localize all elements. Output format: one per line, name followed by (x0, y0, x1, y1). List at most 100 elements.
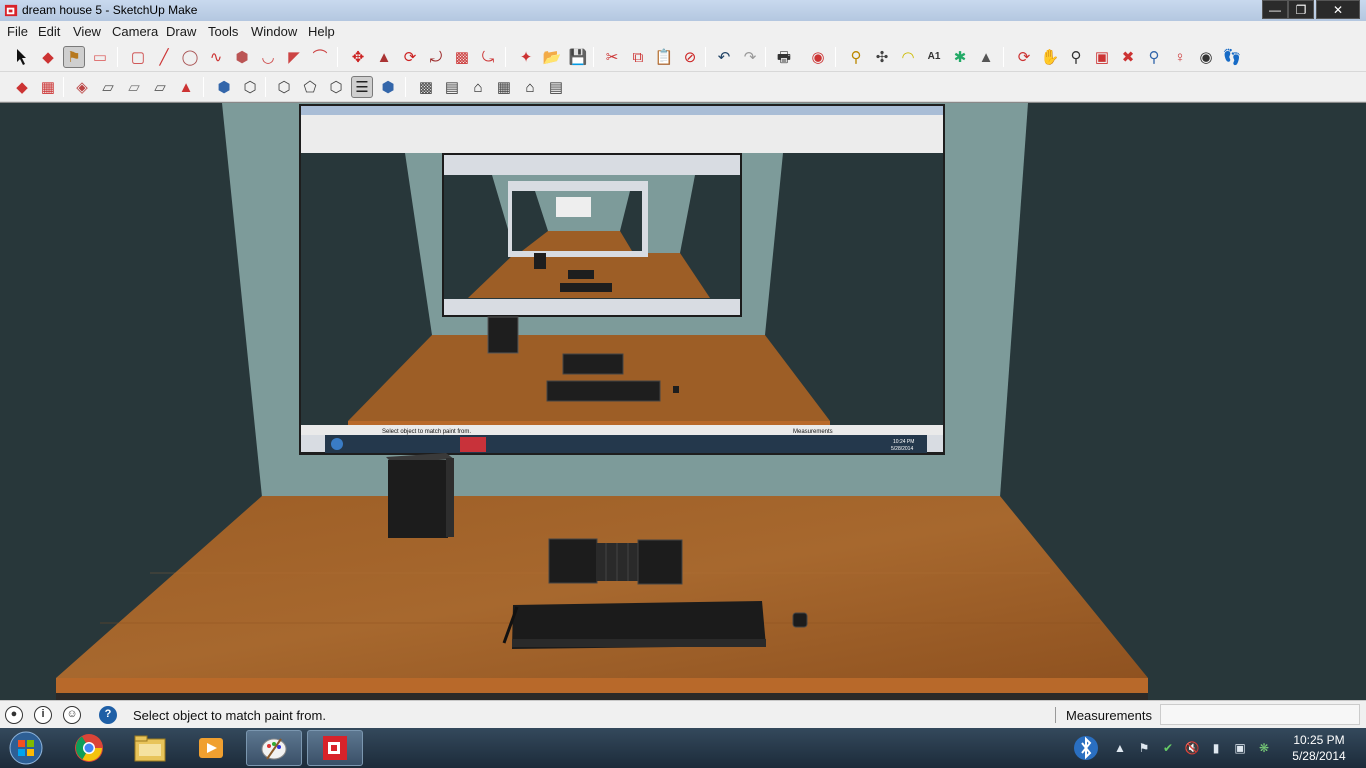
follow-me-icon[interactable]: ⤾ (425, 46, 447, 68)
geo-location-icon[interactable]: ● (5, 706, 23, 724)
print-icon[interactable]: 🖶 (773, 46, 795, 68)
x-ray-icon[interactable]: ◈ (71, 76, 93, 98)
undo-icon[interactable]: ↶ (713, 46, 735, 68)
media-player-taskbar-button[interactable] (183, 730, 239, 766)
house-icon[interactable]: ⌂ (467, 76, 489, 98)
close-button[interactable]: ✕ (1316, 0, 1360, 19)
zoom-icon[interactable]: ⚲ (1065, 46, 1087, 68)
display-section-planes-icon[interactable]: ▦ (37, 76, 59, 98)
two-point-arc-icon[interactable]: ⌒ (309, 46, 331, 68)
share-model-icon[interactable]: ▤ (441, 76, 463, 98)
network-signal-icon[interactable]: ▮ (1208, 740, 1224, 756)
paint-bucket-icon[interactable]: ⚑ (63, 46, 85, 68)
restore-button[interactable]: ❐ (1288, 0, 1314, 19)
front-view-icon[interactable]: ⬡ (273, 76, 295, 98)
pie-icon[interactable]: ◤ (283, 46, 305, 68)
user-icon[interactable]: ☺ (63, 706, 81, 724)
right-view-icon[interactable]: ⬠ (299, 76, 321, 98)
text-icon[interactable]: A1 (923, 46, 945, 68)
zoom-window-icon[interactable]: ▣ (1091, 46, 1113, 68)
menu-draw[interactable]: Draw (166, 24, 196, 39)
menu-edit[interactable]: Edit (38, 24, 60, 39)
push-pull-icon[interactable]: ▲ (373, 46, 395, 68)
left-view-icon[interactable]: ☰ (351, 76, 373, 98)
dimension-icon[interactable]: ✣ (871, 46, 893, 68)
hidden-line-icon[interactable]: ▱ (149, 76, 171, 98)
action-center-flag-icon[interactable]: ⚑ (1136, 740, 1152, 756)
protractor-icon[interactable]: ◠ (897, 46, 919, 68)
security-icon[interactable]: ✔ (1160, 740, 1176, 756)
media-player-icon (199, 738, 223, 758)
polygon-icon[interactable]: ⬢ (231, 46, 253, 68)
cut-icon[interactable]: ✂ (601, 46, 623, 68)
shaded-icon[interactable]: ▲ (175, 76, 197, 98)
power-icon[interactable]: ▣ (1232, 740, 1248, 756)
modeling-viewport[interactable]: Select object to match paint from. Measu… (0, 102, 1366, 700)
circle-icon[interactable]: ◯ (179, 46, 201, 68)
paint-taskbar-button[interactable] (246, 730, 302, 766)
taskbar-clock[interactable]: 10:25 PM 5/28/2014 (1280, 732, 1358, 764)
sketchup-taskbar-button[interactable] (307, 730, 363, 766)
measurements-field[interactable] (1160, 704, 1360, 725)
extension-warehouse-icon[interactable]: ▤ (545, 76, 567, 98)
menu-window[interactable]: Window (251, 24, 297, 39)
tape-measure-icon[interactable]: ⚲ (845, 46, 867, 68)
arc-icon[interactable]: ◡ (257, 46, 279, 68)
section-plane-icon[interactable]: ◆ (11, 76, 33, 98)
menu-view[interactable]: View (73, 24, 101, 39)
3d-text-icon[interactable]: ▲ (975, 46, 997, 68)
previous-view-icon[interactable]: ⚲ (1143, 46, 1165, 68)
zoom-extents-icon[interactable]: ✖ (1117, 46, 1139, 68)
menu-camera[interactable]: Camera (112, 24, 158, 39)
share-component-icon[interactable]: ⌂ (519, 76, 541, 98)
paste-icon[interactable]: 📋 (653, 46, 675, 68)
credits-icon[interactable]: i (34, 706, 52, 724)
menu-help[interactable]: Help (308, 24, 335, 39)
warehouse-icon[interactable]: ▩ (415, 76, 437, 98)
copy-icon[interactable]: ⧉ (627, 46, 649, 68)
line-icon[interactable]: ╱ (153, 46, 175, 68)
status-bar: ● i ☺ ? Select object to match paint fro… (0, 700, 1366, 728)
select-icon[interactable] (11, 46, 33, 68)
new-icon[interactable]: ✦ (515, 46, 537, 68)
offset-icon[interactable]: ⤿ (477, 46, 499, 68)
chrome-taskbar-button[interactable] (61, 730, 117, 766)
start-button[interactable] (4, 730, 48, 766)
look-around-icon[interactable]: ◉ (1195, 46, 1217, 68)
get-components-icon[interactable]: ▦ (493, 76, 515, 98)
minimize-button[interactable]: — (1262, 0, 1288, 19)
save-icon[interactable]: 💾 (567, 46, 589, 68)
top-view-icon[interactable]: ⬡ (239, 76, 261, 98)
menu-file[interactable]: File (7, 24, 28, 39)
rectangle-icon[interactable]: ▢ (127, 46, 149, 68)
scale-icon[interactable]: ▩ (451, 46, 473, 68)
volume-muted-icon[interactable]: 🔇 (1184, 740, 1200, 756)
iso-view-icon[interactable]: ⬢ (213, 76, 235, 98)
walk-icon[interactable]: 👣 (1221, 46, 1243, 68)
toolbar-separator (765, 47, 766, 67)
back-edges-icon[interactable]: ▱ (97, 76, 119, 98)
bottom-view-icon[interactable]: ⬢ (377, 76, 399, 98)
delete-icon[interactable]: ⊘ (679, 46, 701, 68)
open-icon[interactable]: 📂 (541, 46, 563, 68)
move-icon[interactable]: ✥ (347, 46, 369, 68)
nested-status-hint: Select object to match paint from. (382, 429, 471, 435)
back-view-icon[interactable]: ⬡ (325, 76, 347, 98)
axes-icon[interactable]: ✱ (949, 46, 971, 68)
freehand-icon[interactable]: ∿ (205, 46, 227, 68)
position-camera-icon[interactable]: ♀ (1169, 46, 1191, 68)
make-component-icon[interactable]: ◆ (37, 46, 59, 68)
explorer-taskbar-button[interactable] (122, 730, 178, 766)
help-icon[interactable]: ? (99, 706, 117, 724)
model-info-icon[interactable]: ◉ (807, 46, 829, 68)
wireframe-icon[interactable]: ▱ (123, 76, 145, 98)
bluetooth-tray-button[interactable] (1072, 734, 1102, 762)
pan-icon[interactable]: ✋ (1039, 46, 1061, 68)
show-hidden-icons-icon[interactable]: ▲ (1112, 740, 1128, 756)
orbit-icon[interactable]: ⟳ (1013, 46, 1035, 68)
redo-icon[interactable]: ↷ (739, 46, 761, 68)
menu-tools[interactable]: Tools (208, 24, 238, 39)
wireless-icon[interactable]: ❋ (1256, 740, 1272, 756)
rotate-icon[interactable]: ⟳ (399, 46, 421, 68)
eraser-icon[interactable]: ▭ (89, 46, 111, 68)
